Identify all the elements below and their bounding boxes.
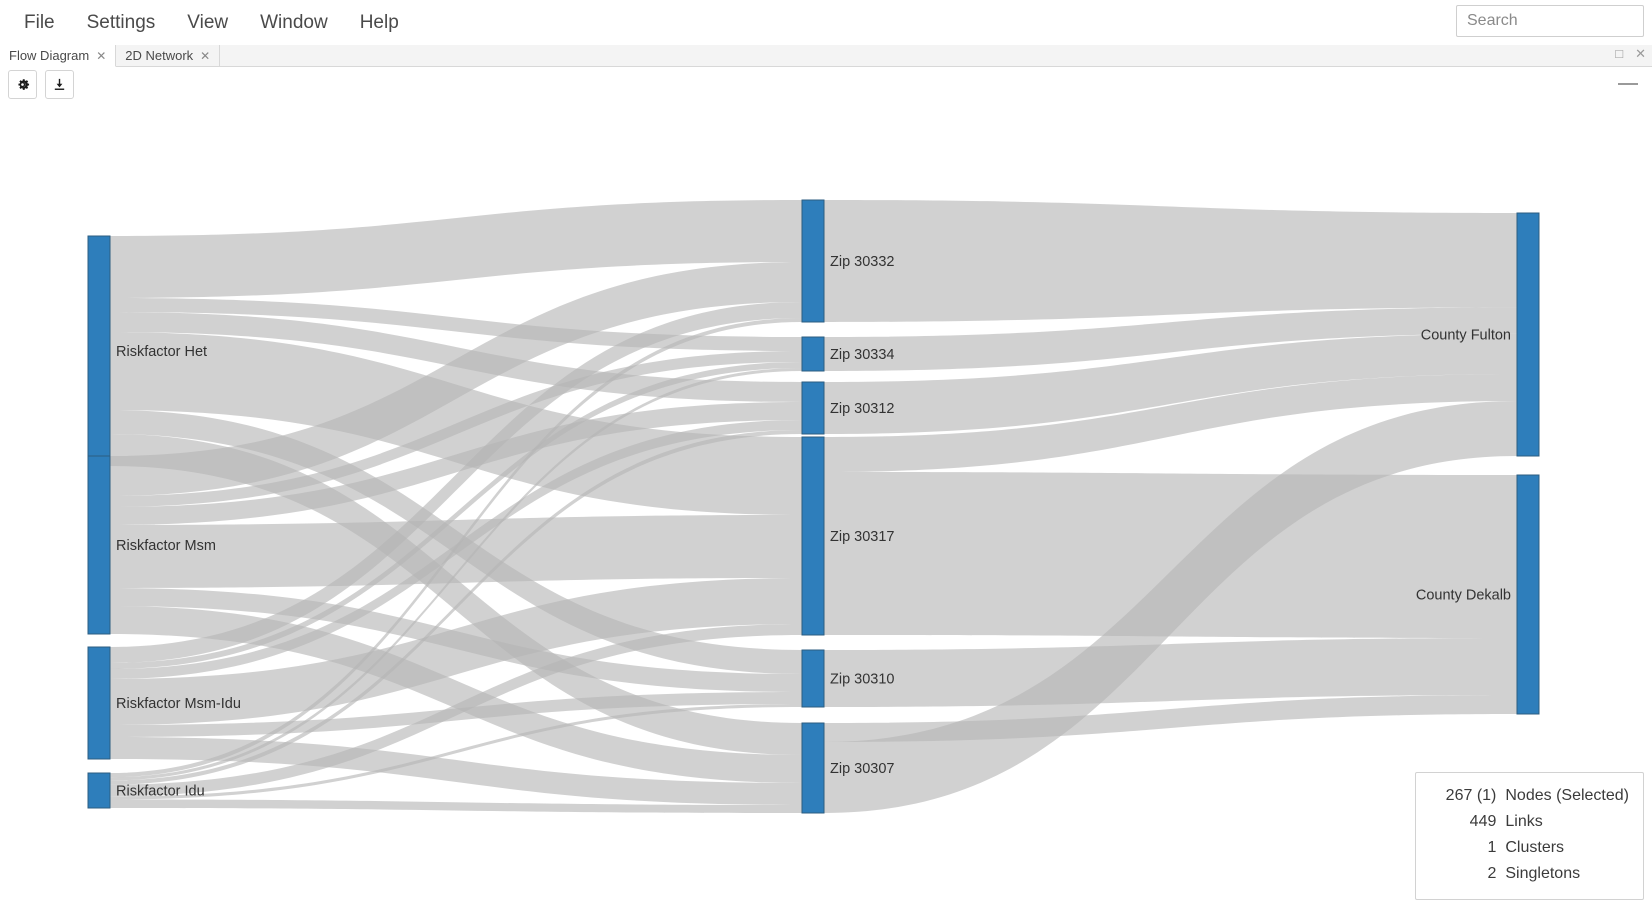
close-icon[interactable]: ✕ xyxy=(1635,47,1646,60)
menu-item-settings[interactable]: Settings xyxy=(71,8,172,38)
diagram-toolbar xyxy=(8,70,74,99)
stat-nodes-value: 267 (1) xyxy=(1445,787,1497,804)
tab-2d-network[interactable]: 2D Network ✕ xyxy=(116,45,221,66)
sankey-node-label: Riskfactor Het xyxy=(116,344,207,360)
stat-row: 267 (1) Nodes (Selected) xyxy=(1430,783,1629,809)
stat-clusters-value: 1 xyxy=(1487,839,1497,856)
sankey-node[interactable] xyxy=(1516,474,1540,715)
stat-nodes-label: Nodes (Selected) xyxy=(1505,787,1629,804)
sankey-node-label: Zip 30312 xyxy=(830,401,895,417)
tab-flow-diagram[interactable]: Flow Diagram ✕ xyxy=(0,45,117,67)
sankey-node-label: Riskfactor Idu xyxy=(116,784,205,800)
menu-item-view[interactable]: View xyxy=(171,8,244,38)
sankey-node[interactable] xyxy=(801,722,825,814)
menu-bar: File Settings View Window Help xyxy=(0,0,1652,45)
download-icon xyxy=(54,78,65,90)
gear-icon xyxy=(18,79,30,90)
download-button[interactable] xyxy=(45,70,74,99)
stat-clusters-label: Clusters xyxy=(1505,839,1565,856)
sankey-node[interactable] xyxy=(801,649,825,708)
stat-links-label: Links xyxy=(1505,813,1543,830)
sankey-node-label: Riskfactor Msm-Idu xyxy=(116,696,241,712)
sankey-node-label: Riskfactor Msm xyxy=(116,538,216,554)
sankey-node-label: Zip 30332 xyxy=(830,254,895,270)
flow-diagram-canvas[interactable]: Riskfactor Het Riskfactor Msm Riskfactor M… xyxy=(0,105,1652,905)
sankey-node-label: Zip 30307 xyxy=(830,761,895,777)
panel-header xyxy=(0,67,1652,105)
stat-row: 1 Clusters xyxy=(1430,835,1629,861)
stat-singletons-value: 2 xyxy=(1487,865,1497,882)
sankey-node[interactable] xyxy=(87,455,111,635)
sankey-svg: Riskfactor Het Riskfactor Msm Riskfactor M… xyxy=(87,199,1540,814)
graph-stats-panel: 267 (1) Nodes (Selected) 449 Links 1 Clu… xyxy=(1415,772,1644,900)
sankey-node-label: County Dekalb xyxy=(1416,588,1511,604)
window-controls: □ ✕ xyxy=(1615,47,1646,60)
tab-bar: Flow Diagram ✕ 2D Network ✕ □ ✕ xyxy=(0,45,1652,67)
stat-row: 449 Links xyxy=(1430,809,1629,835)
search-input[interactable] xyxy=(1456,5,1644,37)
search-container xyxy=(1456,5,1644,37)
close-icon[interactable]: ✕ xyxy=(200,50,210,62)
maximize-icon[interactable]: □ xyxy=(1615,47,1623,60)
sankey-node-label: Zip 30317 xyxy=(830,529,895,545)
sankey-node[interactable] xyxy=(87,235,111,467)
sankey-node[interactable] xyxy=(801,436,825,636)
sankey-node-label: Zip 30310 xyxy=(830,672,895,688)
settings-button[interactable] xyxy=(8,70,37,99)
menu-item-window[interactable]: Window xyxy=(244,8,344,38)
sankey-link[interactable] xyxy=(824,200,1517,322)
tab-2d-network-label: 2D Network xyxy=(125,48,194,63)
close-icon[interactable]: ✕ xyxy=(96,50,106,62)
stat-row: 2 Singletons xyxy=(1430,861,1629,887)
stat-singletons-label: Singletons xyxy=(1505,865,1581,882)
sankey-node[interactable] xyxy=(801,199,825,323)
minimize-icon[interactable] xyxy=(1618,83,1638,85)
menu-item-file[interactable]: File xyxy=(8,8,71,38)
menu-item-help[interactable]: Help xyxy=(344,8,415,38)
sankey-node[interactable] xyxy=(87,772,111,809)
stat-links-value: 449 xyxy=(1469,813,1497,830)
sankey-node[interactable] xyxy=(801,381,825,435)
sankey-node-label: Zip 30334 xyxy=(830,347,895,363)
sankey-node[interactable] xyxy=(801,336,825,372)
sankey-node[interactable] xyxy=(87,646,111,760)
tab-flow-diagram-label: Flow Diagram xyxy=(9,48,90,63)
sankey-node[interactable] xyxy=(1516,212,1540,457)
sankey-node-label: County Fulton xyxy=(1421,328,1511,344)
